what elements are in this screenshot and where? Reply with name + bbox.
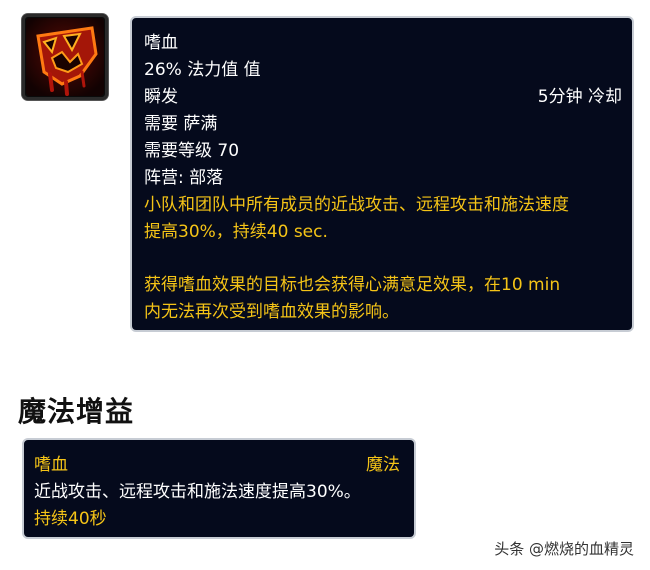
requires-class: 需要 萨满 [144, 114, 218, 134]
spell-tooltip: 嗜血 26% 法力值 值 瞬发 5分钟 冷却 需要 萨满 需要等级 70 阵营:… [130, 16, 634, 332]
buff-type: 魔法 [366, 455, 400, 475]
spell-cost: 26% 法力值 值 [144, 60, 261, 80]
description-line: 小队和团队中所有成员的近战攻击、远程攻击和施法速度 [144, 195, 569, 215]
cast-row: 瞬发 5分钟 冷却 [144, 84, 622, 111]
description-line: 提高30%，持续40 sec. [144, 222, 328, 242]
spell-name: 嗜血 [144, 33, 178, 53]
faction: 阵营: 部落 [144, 168, 224, 188]
cast-time: 瞬发 [144, 87, 178, 107]
description-line: 内无法再次受到嗜血效果的影响。 [144, 302, 399, 322]
buff-duration: 持续40秒 [34, 509, 107, 529]
buff-tooltip: 嗜血 魔法 近战攻击、远程攻击和施法速度提高30%。 持续40秒 [22, 438, 416, 539]
buff-name: 嗜血 [34, 455, 68, 475]
section-title: 魔法增益 [18, 395, 135, 428]
requires-level: 需要等级 70 [144, 141, 240, 161]
description-line: 获得嗜血效果的目标也会获得心满意足效果，在10 min [144, 275, 561, 295]
bloodlust-icon-graphic [26, 18, 104, 96]
watermark: 头条 @燃烧的血精灵 [494, 540, 634, 558]
buff-description: 近战攻击、远程攻击和施法速度提高30%。 [34, 482, 361, 502]
buff-header: 嗜血 魔法 [34, 452, 400, 479]
bloodlust-icon[interactable] [22, 14, 108, 100]
cooldown: 5分钟 冷却 [537, 87, 622, 107]
